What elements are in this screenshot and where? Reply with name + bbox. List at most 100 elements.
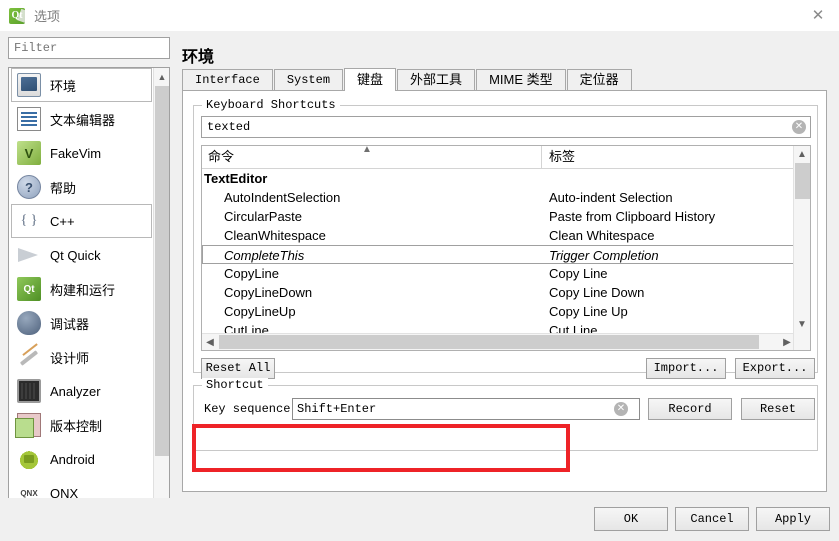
sidebar-item-label: FakeVim bbox=[50, 145, 102, 161]
table-header: 命令 ▲ 标签 bbox=[202, 146, 810, 169]
scroll-up-icon[interactable]: ▲ bbox=[794, 146, 810, 162]
column-header-command[interactable]: 命令 bbox=[202, 146, 542, 168]
help-icon bbox=[17, 175, 41, 199]
cell-label: Cut Line bbox=[549, 323, 598, 333]
record-button[interactable]: Record bbox=[648, 398, 732, 420]
cell-command: CompleteThis bbox=[224, 248, 305, 263]
sidebar-item-label: 调试器 bbox=[50, 316, 90, 332]
column-header-label[interactable]: 标签 bbox=[543, 146, 795, 168]
sidebar-item-environment[interactable]: 环境 bbox=[11, 68, 152, 102]
sidebar-item-text-editor[interactable]: 文本编辑器 bbox=[11, 102, 152, 136]
scroll-down-icon[interactable]: ▼ bbox=[794, 316, 810, 332]
sidebar-item-label: 版本控制 bbox=[50, 418, 103, 434]
cell-command: CircularPaste bbox=[224, 209, 303, 224]
search-input[interactable] bbox=[201, 116, 811, 138]
keyboard-shortcuts-group: Keyboard Shortcuts ✕ 命令 ▲ 标签 bbox=[193, 98, 818, 379]
version-control-icon bbox=[15, 413, 41, 438]
fakevim-icon bbox=[17, 141, 41, 165]
import-button[interactable]: Import... bbox=[646, 358, 726, 379]
sidebar-scrollbar[interactable]: ▲ ▼ bbox=[153, 68, 169, 510]
key-sequence-label: Key sequence: bbox=[204, 402, 298, 416]
sidebar-item-label: Android bbox=[50, 451, 95, 467]
sidebar-item-build-and-run[interactable]: 构建和运行 bbox=[11, 272, 152, 306]
sidebar-item-designer[interactable]: 设计师 bbox=[11, 340, 152, 374]
clear-search-icon[interactable]: ✕ bbox=[792, 120, 806, 134]
cell-command: CleanWhitespace bbox=[224, 228, 326, 243]
cell-command: CopyLineUp bbox=[224, 304, 296, 319]
tab-keyboard[interactable]: 键盘 bbox=[344, 68, 397, 91]
apply-button[interactable]: Apply bbox=[756, 507, 830, 531]
sidebar-item-help[interactable]: 帮助 bbox=[11, 170, 152, 204]
hscrollbar-thumb[interactable] bbox=[219, 335, 759, 349]
tab-system[interactable]: System bbox=[273, 69, 344, 90]
tab-external-tools[interactable]: 外部工具 bbox=[397, 69, 476, 90]
cell-command: AutoIndentSelection bbox=[224, 190, 341, 205]
tab-locator[interactable]: 定位器 bbox=[566, 69, 632, 90]
qt-logo-icon: Qt bbox=[9, 7, 25, 24]
scroll-left-icon[interactable]: ◀ bbox=[202, 334, 218, 350]
qt-quick-icon bbox=[17, 243, 41, 267]
table-row[interactable]: CopyLineDown Copy Line Down bbox=[202, 283, 810, 302]
cell-label: Copy Line Down bbox=[549, 285, 645, 300]
table-row[interactable]: CopyLine Copy Line bbox=[202, 264, 810, 283]
sidebar-item-analyzer[interactable]: Analyzer bbox=[11, 374, 152, 408]
export-button[interactable]: Export... bbox=[735, 358, 815, 379]
sort-ascending-icon: ▲ bbox=[362, 145, 372, 155]
shortcut-group: Shortcut Key sequence: ✕ Record Reset bbox=[193, 378, 818, 451]
clear-key-sequence-icon[interactable]: ✕ bbox=[614, 402, 628, 416]
table-horizontal-scrollbar[interactable]: ◀ ▶ bbox=[202, 333, 795, 350]
cell-label: Auto-indent Selection bbox=[549, 190, 673, 205]
table-body: TextEditor AutoIndentSelection Auto-inde… bbox=[202, 169, 810, 333]
table-row[interactable]: TextEditor bbox=[202, 169, 810, 188]
table-row[interactable]: CleanWhitespace Clean Whitespace bbox=[202, 226, 810, 245]
cell-label: Copy Line bbox=[549, 266, 608, 281]
sidebar-item-label: 构建和运行 bbox=[50, 282, 116, 298]
shortcut-search-row: ✕ bbox=[201, 116, 811, 138]
key-sequence-input[interactable] bbox=[292, 398, 640, 420]
sidebar-item-label: C++ bbox=[50, 213, 75, 229]
cell-label: Copy Line Up bbox=[549, 304, 628, 319]
close-icon[interactable]: ✕ bbox=[805, 4, 831, 26]
table-row[interactable]: CopyLineUp Copy Line Up bbox=[202, 302, 810, 321]
title-bar: Qt 选项 ✕ bbox=[0, 0, 839, 31]
content-pane: 环境 Interface System 键盘 外部工具 MIME 类型 定位器 … bbox=[178, 37, 831, 492]
table-row[interactable]: CutLine Cut Line bbox=[202, 321, 810, 333]
sidebar-item-label: 环境 bbox=[50, 78, 77, 94]
table-row-selected[interactable]: CompleteThis Trigger Completion bbox=[202, 245, 810, 264]
build-and-run-icon bbox=[17, 277, 41, 301]
table-row[interactable]: CircularPaste Paste from Clipboard Histo… bbox=[202, 207, 810, 226]
tab-page-keyboard: Keyboard Shortcuts ✕ 命令 ▲ 标签 bbox=[182, 91, 827, 492]
sidebar-item-label: 文本编辑器 bbox=[50, 112, 116, 128]
tab-bar: Interface System 键盘 外部工具 MIME 类型 定位器 bbox=[182, 68, 827, 91]
sidebar-item-version-control[interactable]: 版本控制 bbox=[11, 408, 152, 442]
sidebar-item-android[interactable]: Android bbox=[11, 442, 152, 476]
group-title: Keyboard Shortcuts bbox=[202, 98, 340, 112]
sidebar-item-qt-quick[interactable]: Qt Quick bbox=[11, 238, 152, 272]
category-scroll-area: 环境 文本编辑器 FakeVim 帮助 bbox=[9, 68, 154, 510]
sidebar-scrollbar-thumb[interactable] bbox=[155, 86, 169, 456]
tab-interface[interactable]: Interface bbox=[182, 69, 273, 90]
cell-label: Clean Whitespace bbox=[549, 228, 655, 243]
scroll-up-icon[interactable]: ▲ bbox=[154, 68, 169, 85]
sidebar-item-label: 设计师 bbox=[50, 350, 90, 366]
tab-mime-types[interactable]: MIME 类型 bbox=[476, 69, 566, 90]
text-editor-icon bbox=[17, 107, 41, 131]
sidebar-item-cpp[interactable]: C++ bbox=[11, 204, 152, 238]
reset-button[interactable]: Reset bbox=[741, 398, 815, 420]
category-list[interactable]: 环境 文本编辑器 FakeVim 帮助 bbox=[8, 67, 170, 511]
table-row[interactable]: AutoIndentSelection Auto-indent Selectio… bbox=[202, 188, 810, 207]
commands-table[interactable]: 命令 ▲ 标签 TextEditor AutoIndentSelection A… bbox=[201, 145, 811, 351]
vscrollbar-thumb[interactable] bbox=[795, 163, 810, 199]
options-dialog: Qt 选项 ✕ 环境 文本编辑器 Fak bbox=[0, 0, 839, 541]
reset-all-button[interactable]: Reset All bbox=[201, 358, 275, 379]
ok-button[interactable]: OK bbox=[594, 507, 668, 531]
filter-input[interactable] bbox=[8, 37, 170, 59]
sidebar: 环境 文本编辑器 FakeVim 帮助 bbox=[8, 37, 170, 511]
table-vertical-scrollbar[interactable]: ▲ ▼ bbox=[793, 146, 810, 350]
sidebar-item-debugger[interactable]: 调试器 bbox=[11, 306, 152, 340]
cell-command: CutLine bbox=[224, 323, 269, 333]
designer-icon bbox=[17, 345, 41, 369]
sidebar-item-label: Qt Quick bbox=[50, 247, 101, 263]
cancel-button[interactable]: Cancel bbox=[675, 507, 749, 531]
sidebar-item-fakevim[interactable]: FakeVim bbox=[11, 136, 152, 170]
